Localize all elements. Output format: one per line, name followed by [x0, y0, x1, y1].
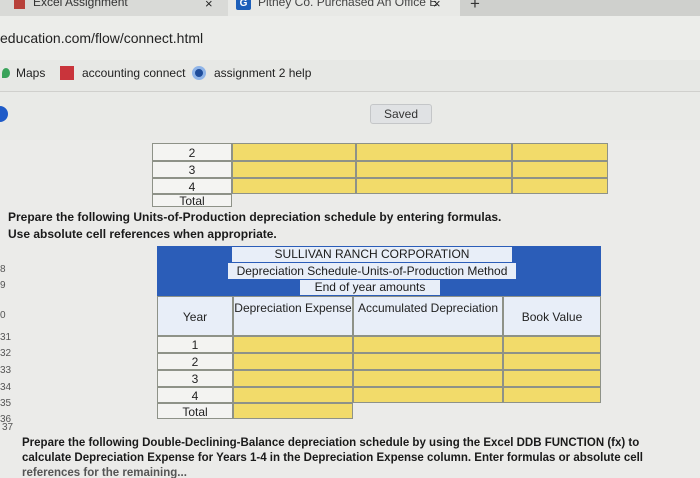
year-cell[interactable]: 3 — [152, 161, 232, 178]
book-value-cell[interactable] — [503, 336, 601, 353]
close-tab-icon[interactable]: × — [205, 0, 213, 11]
instruction-text: Prepare the following Units-of-Productio… — [8, 210, 502, 224]
accumulated-depreciation-cell[interactable] — [353, 387, 503, 403]
bookmark-maps[interactable]: Maps — [16, 66, 45, 80]
input-cell[interactable] — [356, 161, 512, 178]
row-number: 35 — [0, 398, 12, 409]
column-header-book-value: Book Value — [503, 296, 601, 336]
schedule-title: Depreciation Schedule-Units-of-Productio… — [228, 263, 516, 279]
input-cell[interactable] — [356, 178, 512, 194]
close-tab-icon[interactable]: × — [433, 0, 441, 11]
row-number: 37 — [2, 422, 14, 433]
input-cell[interactable] — [356, 143, 512, 161]
instruction-text: calculate Depreciation Expense for Years… — [22, 452, 643, 464]
book-value-cell[interactable] — [503, 370, 601, 387]
total-cell[interactable]: Total — [152, 194, 232, 208]
tab-pitney-co[interactable]: G Pitney Co. Purchased An Office E × — [228, 0, 460, 16]
tab-title: Excel Assignment — [33, 0, 128, 9]
instruction-text: Prepare the following Double-Declining-B… — [22, 437, 640, 449]
schedule-subtitle: End of year amounts — [300, 280, 440, 295]
instruction-text: references for the remaining... — [22, 467, 187, 478]
maps-icon — [2, 68, 10, 78]
depreciation-expense-cell[interactable] — [233, 387, 353, 403]
book-value-cell[interactable] — [503, 353, 601, 370]
row-number: 0 — [0, 310, 6, 321]
bookmark-assignment-2-help[interactable]: assignment 2 help — [214, 66, 311, 80]
year-cell[interactable]: 4 — [152, 178, 232, 194]
year-cell[interactable]: 3 — [157, 370, 233, 387]
row-number: 34 — [0, 382, 12, 393]
assignment-help-icon — [192, 66, 206, 80]
saved-status-badge: Saved — [370, 104, 432, 124]
input-cell[interactable] — [232, 178, 356, 194]
year-cell[interactable]: 2 — [157, 353, 233, 370]
new-tab-button[interactable]: + — [470, 0, 480, 14]
accumulated-depreciation-cell[interactable] — [353, 370, 503, 387]
tab-bar: Excel Assignment × G Pitney Co. Purchase… — [0, 0, 700, 16]
row-number: 8 — [0, 264, 6, 275]
accumulated-depreciation-cell[interactable] — [353, 336, 503, 353]
tab-title: Pitney Co. Purchased An Office E — [258, 0, 438, 9]
year-cell[interactable]: 2 — [152, 143, 232, 161]
column-header-depreciation-expense: Depreciation Expense — [233, 296, 353, 336]
row-number: 31 — [0, 332, 12, 343]
year-cell[interactable]: 1 — [157, 336, 233, 353]
column-header-year: Year — [157, 296, 233, 336]
url-text[interactable]: education.com/flow/connect.html — [0, 30, 203, 46]
tab-favicon-icon — [14, 0, 25, 9]
google-favicon-icon: G — [236, 0, 251, 10]
input-cell[interactable] — [512, 161, 608, 178]
input-cell[interactable] — [512, 143, 608, 161]
bookmark-accounting-connect[interactable]: accounting connect — [82, 66, 185, 80]
input-cell[interactable] — [512, 178, 608, 194]
address-bar[interactable]: education.com/flow/connect.html — [0, 16, 700, 60]
input-cell[interactable] — [232, 143, 356, 161]
row-number: 32 — [0, 348, 12, 359]
bookmarks-bar: Maps accounting connect assignment 2 hel… — [0, 60, 700, 92]
spreadsheet-area: 2 3 4 Total Prepare the following Units-… — [0, 140, 700, 478]
depreciation-expense-cell[interactable] — [233, 353, 353, 370]
depreciation-expense-cell[interactable] — [233, 336, 353, 353]
accounting-connect-icon — [60, 66, 74, 80]
book-value-cell[interactable] — [503, 387, 601, 403]
year-cell[interactable]: 4 — [157, 387, 233, 403]
info-icon[interactable] — [0, 106, 8, 122]
instruction-text: Use absolute cell references when approp… — [8, 227, 277, 241]
total-cell[interactable]: Total — [157, 403, 233, 419]
tab-excel-assignment[interactable]: Excel Assignment × — [0, 0, 228, 16]
company-name: SULLIVAN RANCH CORPORATION — [232, 247, 512, 262]
column-header-accumulated-depreciation: Accumulated Depreciation — [353, 296, 503, 336]
app-toolbar: Saved — [0, 92, 700, 140]
total-depreciation-cell[interactable] — [233, 403, 353, 419]
row-number: 9 — [0, 280, 6, 291]
accumulated-depreciation-cell[interactable] — [353, 353, 503, 370]
row-number: 33 — [0, 365, 12, 376]
depreciation-expense-cell[interactable] — [233, 370, 353, 387]
input-cell[interactable] — [232, 161, 356, 178]
